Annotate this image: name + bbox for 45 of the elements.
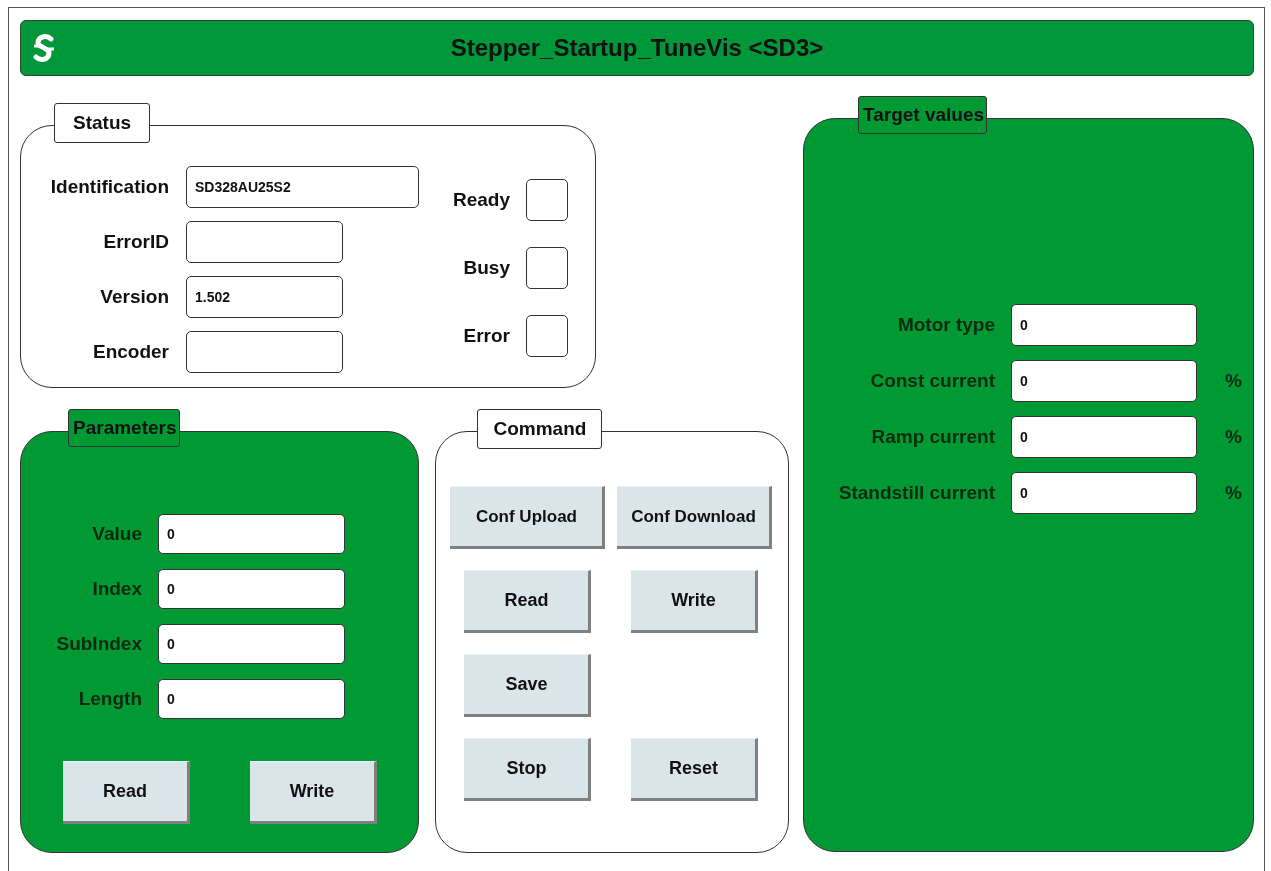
text-field[interactable]: 0: [158, 679, 345, 719]
indicator-label: Ready: [452, 189, 510, 211]
action-button[interactable]: Read: [63, 761, 190, 824]
command-button[interactable]: Write: [631, 570, 759, 633]
logo-icon: [31, 34, 57, 62]
text-field[interactable]: 0: [158, 624, 345, 664]
action-button[interactable]: Write: [250, 761, 377, 824]
panel-legend: Command: [477, 409, 603, 449]
panel-legend: Target values: [858, 96, 988, 134]
command-button[interactable]: Reset: [631, 738, 759, 801]
field-label: Length: [77, 688, 142, 710]
text-field[interactable]: 0: [158, 569, 345, 609]
text-field[interactable]: 0: [158, 514, 345, 554]
unit-label: %: [1224, 426, 1243, 448]
text-field[interactable]: 0: [1011, 472, 1197, 514]
field-label: Encoder: [91, 341, 169, 363]
command-button[interactable]: Read: [464, 570, 592, 633]
text-field[interactable]: [186, 331, 343, 373]
indicator-label: Error: [462, 325, 510, 347]
field-label: Motor type: [896, 314, 995, 336]
field-label: Value: [91, 523, 142, 545]
unit-label: %: [1224, 370, 1243, 392]
command-button[interactable]: Conf Upload: [450, 486, 606, 549]
command-button[interactable]: Save: [464, 654, 592, 717]
text-field[interactable]: 1.502: [186, 276, 343, 318]
unit-label: %: [1224, 482, 1243, 504]
command-button[interactable]: Conf Download: [617, 486, 773, 549]
text-field[interactable]: 0: [1011, 416, 1197, 458]
command-button[interactable]: Stop: [464, 738, 592, 801]
text-field[interactable]: 0: [1011, 360, 1197, 402]
panel-legend: Status: [54, 103, 151, 143]
field-label: Ramp current: [870, 426, 995, 448]
field-label: ErrorID: [102, 231, 169, 253]
field-label: Identification: [49, 176, 169, 198]
text-field[interactable]: [186, 221, 343, 263]
field-label: Standstill current: [837, 482, 995, 504]
panel-legend: Parameters: [68, 409, 180, 447]
text-field[interactable]: SD328AU25S2: [186, 166, 419, 208]
indicator-label: Busy: [462, 257, 510, 279]
field-label: Const current: [869, 370, 995, 392]
text-field[interactable]: 0: [1011, 304, 1197, 346]
field-label: Version: [99, 286, 169, 308]
window-title: Stepper_Startup_TuneVis <SD3>: [450, 34, 824, 62]
field-label: SubIndex: [55, 633, 142, 655]
field-label: Index: [91, 578, 142, 600]
